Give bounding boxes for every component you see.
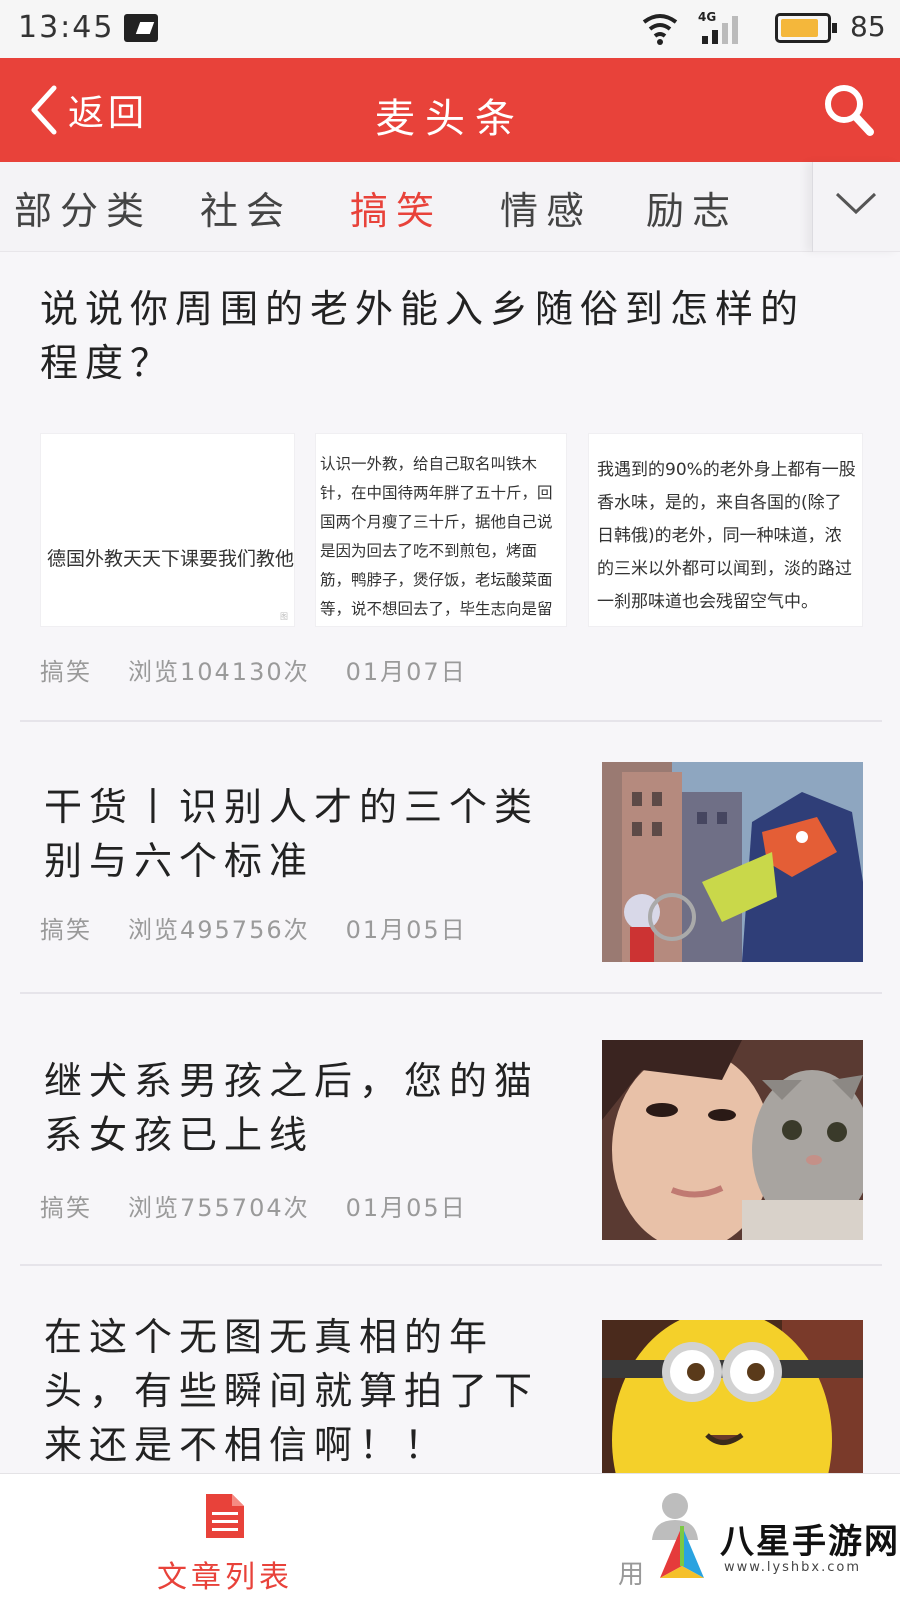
wifi-icon	[642, 14, 678, 45]
article-thumb-1: 德国外教天天下课要我们教他打麻将😂 图	[40, 433, 295, 627]
article-views: 浏览495756次	[128, 916, 310, 944]
category-tab-bar: 部分类 社会 搞笑 情感 励志	[0, 162, 900, 252]
page-title: 麦头条	[375, 96, 525, 142]
status-bar: 13:45 4G 85	[0, 0, 900, 58]
article-title: 继犬系男孩之后，您的猫系女孩已上线	[44, 1059, 540, 1157]
nav-user-label: 用	[618, 1560, 645, 1590]
article-category: 搞笑	[40, 1194, 92, 1222]
nav-article-list[interactable]: 文章列表	[150, 1474, 300, 1600]
cartoon-monster-image	[602, 762, 863, 962]
article-title: 在这个无图无真相的年头，有些瞬间就算拍了下来还是不相信啊！！	[44, 1315, 540, 1467]
status-time: 13:45	[18, 10, 115, 45]
battery-level	[781, 19, 819, 37]
article-thumb-2: 认识一外教，给自己取名叫铁木针，在中国待两年胖了五十斤，回国两个月瘦了三十斤，据…	[315, 433, 567, 627]
thumb-watermark: 图	[280, 612, 288, 621]
girl-with-cat-image	[602, 1040, 863, 1240]
notification-image-icon	[124, 14, 158, 42]
tab-category-3[interactable]: 情感	[500, 180, 592, 235]
site-logo-icon	[660, 1526, 704, 1578]
article-thumb-3: 我遇到的90%的老外身上都有一股香水味，是的，来自各国的(除了日韩俄)的老外，同…	[588, 433, 863, 627]
site-watermark: 八星手游网 www.lyshbx.com	[650, 1512, 900, 1600]
chevron-down-icon	[835, 192, 877, 215]
tab-category-2[interactable]: 搞笑	[350, 180, 442, 235]
search-icon[interactable]	[820, 80, 876, 140]
watermark-text: 八星手游网	[720, 1522, 900, 1562]
article-title: 干货丨识别人才的三个类别与六个标准	[44, 785, 540, 883]
nav-article-list-label: 文章列表	[157, 1560, 293, 1595]
thumb-text: 认识一外教，给自己取名叫铁木针，在中国待两年胖了五十斤，回国两个月瘦了三十斤，据…	[320, 455, 553, 618]
more-categories-button[interactable]	[812, 162, 900, 252]
battery-percent: 85	[850, 10, 886, 43]
thumb-text: 德国外教天天下课要我们教他打麻将😂	[47, 548, 295, 570]
minion-image	[602, 1320, 863, 1473]
article-category: 搞笑	[40, 916, 92, 944]
article-date: 01月07日	[345, 658, 467, 686]
article-meta: 搞笑 浏览104130次 01月07日	[40, 652, 503, 687]
thumb-text: 我遇到的90%的老外身上都有一股香水味，是的，来自各国的(除了日韩俄)的老外，同…	[597, 460, 856, 612]
article-title: 说说你周围的老外能入乡随俗到怎样的程度？	[40, 287, 806, 385]
article-category: 搞笑	[40, 658, 92, 686]
article-meta: 搞笑 浏览755704次 01月05日	[40, 1188, 503, 1223]
article-views: 浏览104130次	[128, 658, 310, 686]
article-date: 01月05日	[345, 1194, 467, 1222]
article-meta: 搞笑 浏览495756次 01月05日	[40, 910, 503, 945]
app-header: 返回 麦头条	[0, 58, 900, 162]
tab-category-4[interactable]: 励志	[646, 180, 738, 235]
article-views: 浏览755704次	[128, 1194, 310, 1222]
tab-category-0[interactable]: 部分类	[14, 180, 152, 235]
signal-icon	[702, 16, 738, 44]
tab-category-1[interactable]: 社会	[200, 180, 292, 235]
battery-icon	[775, 13, 837, 43]
watermark-url: www.lyshbx.com	[724, 1560, 861, 1575]
document-icon	[206, 1494, 244, 1538]
article-date: 01月05日	[345, 916, 467, 944]
